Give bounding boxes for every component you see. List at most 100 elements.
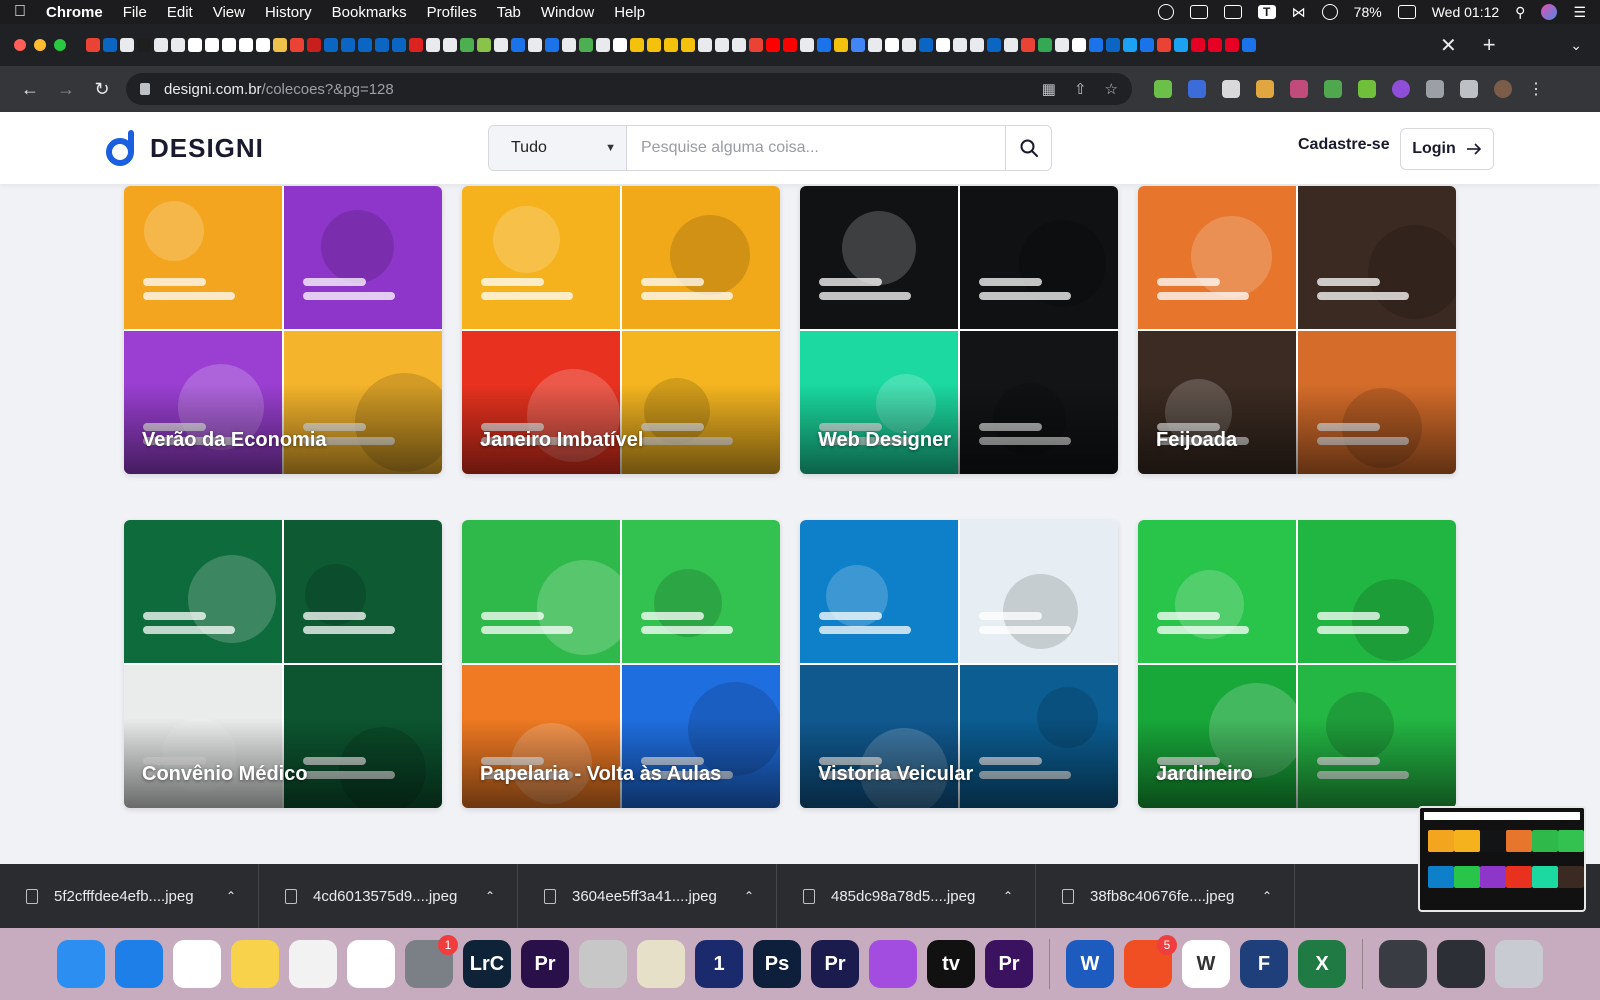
tab-favicon[interactable] [987,38,1001,52]
collection-title[interactable]: Papelaria - Volta às Aulas [480,763,721,786]
tab-favicon[interactable] [562,38,576,52]
search-button[interactable] [1005,126,1051,170]
menu-history[interactable]: History [265,4,312,21]
tab-favicon[interactable] [188,38,202,52]
extension-4-icon[interactable] [1256,80,1274,98]
premiere-alt-icon[interactable]: Pr [811,940,859,988]
word-icon[interactable]: W [1066,940,1114,988]
tab-favicon[interactable] [970,38,984,52]
tab-favicon[interactable] [800,38,814,52]
collection-card[interactable]: Papelaria - Volta às Aulas [462,520,780,808]
feedly-icon[interactable]: F [1240,940,1288,988]
tab-favicon[interactable] [1004,38,1018,52]
apple-tv-icon[interactable]: tv [927,940,975,988]
download-item[interactable]: 4cd6013575d9....jpeg ⌃ [259,864,518,928]
tab-favicon[interactable] [222,38,236,52]
tab-favicon[interactable] [460,38,474,52]
chrome-menu-icon[interactable]: ⋮ [1528,79,1544,99]
wifi-icon[interactable] [1321,4,1338,20]
tab-favicon[interactable] [1038,38,1052,52]
tab-favicon[interactable] [630,38,644,52]
minimize-window-icon[interactable] [34,39,46,51]
1password-icon[interactable]: 1 [695,940,743,988]
collection-card[interactable]: Vistoria Veicular [800,520,1118,808]
tab-favicon[interactable] [103,38,117,52]
textedit-icon[interactable] [289,940,337,988]
tab-favicon[interactable] [375,38,389,52]
tab-favicon[interactable] [1021,38,1035,52]
menubar-app-name[interactable]: Chrome [46,4,103,21]
collection-title[interactable]: Verão da Economia [142,429,327,452]
excel-icon[interactable]: X [1298,940,1346,988]
siri-icon[interactable] [1541,4,1558,20]
bookmark-star-icon[interactable]: ☆ [1105,80,1118,98]
battery-icon[interactable] [1397,5,1416,19]
lock-icon[interactable] [140,83,150,95]
menu-tab[interactable]: Tab [497,4,521,21]
extension-2-icon[interactable] [1188,80,1206,98]
tab-favicon[interactable] [902,38,916,52]
tab-favicon[interactable] [494,38,508,52]
download-extension-icon[interactable] [1358,80,1376,98]
forward-icon[interactable]: → [48,79,84,100]
tab-favicon[interactable] [919,38,933,52]
tab-favicon[interactable] [290,38,304,52]
tab-favicon[interactable] [749,38,763,52]
tab-favicon[interactable] [137,38,151,52]
spotlight-search-icon[interactable]: ⚲ [1515,4,1525,21]
login-button[interactable]: Login [1400,128,1494,170]
menu-window[interactable]: Window [541,4,594,21]
tab-favicon[interactable] [1174,38,1188,52]
tab-favicon[interactable] [324,38,338,52]
tab-favicon[interactable] [783,38,797,52]
safari-icon[interactable] [115,940,163,988]
tab-favicon[interactable] [1242,38,1256,52]
extensions-puzzle-icon[interactable] [1426,80,1444,98]
tab-favicon[interactable] [528,38,542,52]
tab-favicon[interactable] [1055,38,1069,52]
tab-favicon[interactable] [732,38,746,52]
reload-icon[interactable]: ↻ [84,79,120,100]
designi-logo[interactable]: DESIGNI [106,130,264,166]
back-icon[interactable]: ← [12,79,48,100]
photos-icon[interactable] [347,940,395,988]
side-panel-icon[interactable] [1460,80,1478,98]
collection-card[interactable]: Web Designer [800,186,1118,474]
download-item[interactable]: 38fb8c40676fe....jpeg ⌃ [1036,864,1295,928]
menu-help[interactable]: Help [614,4,645,21]
tab-favicon[interactable] [936,38,950,52]
control-center-icon[interactable]: ☰ [1573,4,1586,21]
tab-favicon[interactable] [953,38,967,52]
menu-bookmarks[interactable]: Bookmarks [332,4,407,21]
chevron-up-icon[interactable]: ⌃ [1003,889,1013,903]
tab-favicon[interactable] [1191,38,1205,52]
signup-link[interactable]: Cadastre-se [1298,136,1390,154]
tab-favicon[interactable] [613,38,627,52]
tab-favicon[interactable] [1140,38,1154,52]
chrome-icon[interactable] [173,940,221,988]
preview-icon[interactable] [637,940,685,988]
chevron-up-icon[interactable]: ⌃ [485,889,495,903]
lightroom-classic-icon[interactable]: LrC [463,940,511,988]
tab-favicon[interactable] [358,38,372,52]
download-item[interactable]: 5f2cfffdee4efb....jpeg ⌃ [0,864,259,928]
tab-favicon[interactable] [86,38,100,52]
app-status-icon[interactable] [1223,5,1242,19]
system-preferences-icon[interactable]: 1 [405,935,458,988]
battery-percent[interactable]: 78% [1354,4,1382,20]
bluetooth-icon[interactable]: ⋈ [1292,4,1306,21]
apple-menu-icon[interactable]:  [14,3,26,21]
clock[interactable]: Wed 01:12 [1432,4,1499,20]
collection-card[interactable]: Jardineiro [1138,520,1456,808]
collection-title[interactable]: Feijoada [1156,429,1237,452]
collection-title[interactable]: Janeiro Imbatível [480,429,643,452]
gmail-extension-icon[interactable] [1222,80,1240,98]
extension-1-icon[interactable] [1154,80,1172,98]
collection-title[interactable]: Convênio Médico [142,763,308,786]
wunderlist-icon[interactable]: W [1182,940,1230,988]
tab-favicon[interactable] [1106,38,1120,52]
tab-favicon[interactable] [868,38,882,52]
blocked-app-icon[interactable] [579,940,627,988]
tab-favicon[interactable] [698,38,712,52]
tab-favicon[interactable] [664,38,678,52]
